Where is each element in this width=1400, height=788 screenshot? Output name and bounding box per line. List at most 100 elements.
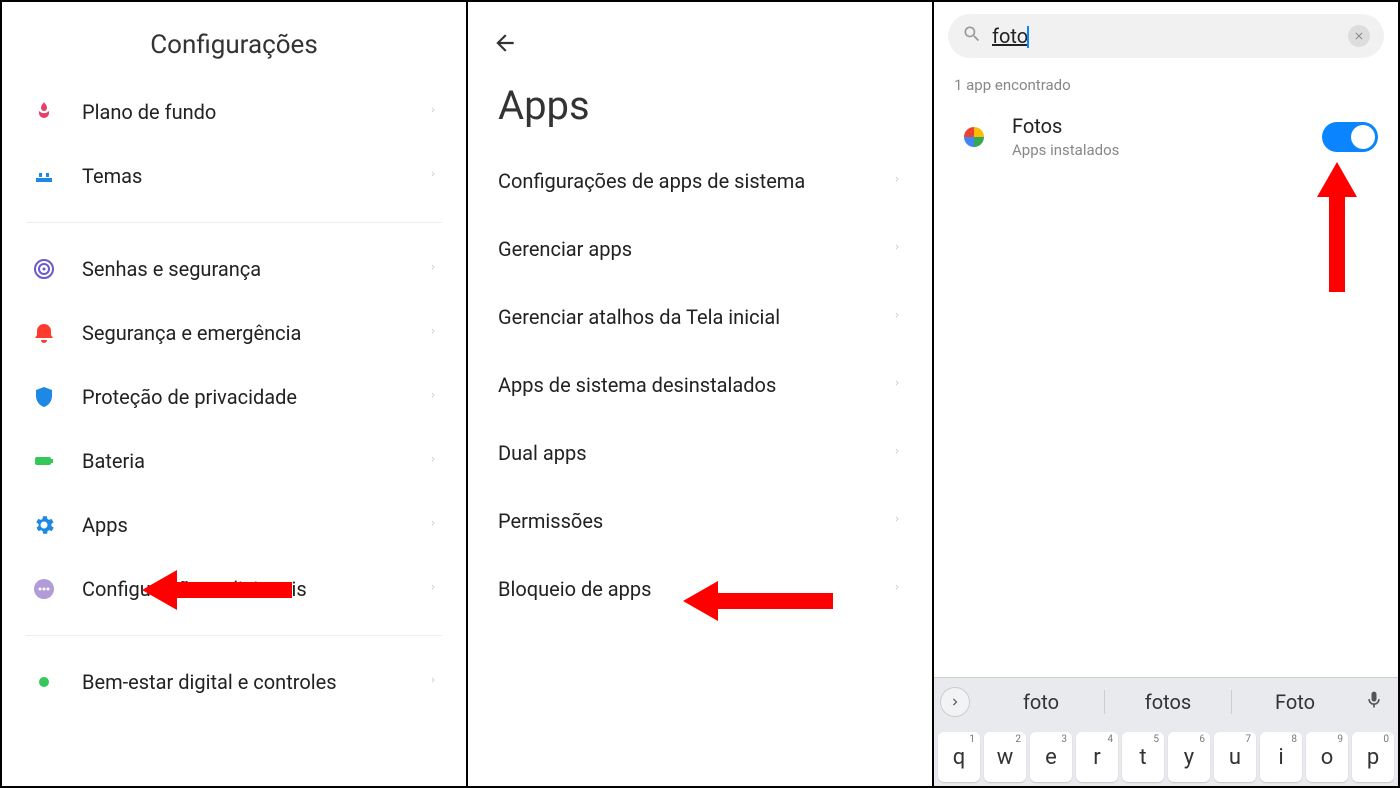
settings-item-additional[interactable]: Configurações adicionais bbox=[22, 557, 446, 621]
keyboard-key-o[interactable]: o9 bbox=[1306, 732, 1348, 782]
chevron-right-icon bbox=[428, 102, 438, 123]
keyboard-key-u[interactable]: u7 bbox=[1214, 732, 1256, 782]
apps-menu-item-uninstalled-system[interactable]: Apps de sistema desinstalados bbox=[488, 351, 912, 419]
expand-toolbar-button[interactable] bbox=[940, 687, 970, 717]
chevron-right-icon bbox=[892, 171, 902, 192]
keyboard-key-r[interactable]: r4 bbox=[1076, 732, 1118, 782]
chevron-right-icon bbox=[892, 375, 902, 396]
dots-icon bbox=[30, 575, 58, 603]
keyboard-key-t[interactable]: t5 bbox=[1122, 732, 1164, 782]
key-label: p bbox=[1367, 745, 1379, 770]
on-screen-keyboard: foto fotos Foto q1w2e3r4t5y6u7i8o9p0 bbox=[934, 677, 1398, 786]
settings-item-passwords[interactable]: Senhas e segurança bbox=[22, 237, 446, 301]
settings-item-themes[interactable]: Temas bbox=[22, 144, 446, 208]
settings-item-label: Bem-estar digital e controles bbox=[82, 670, 428, 694]
chevron-right-icon bbox=[892, 511, 902, 532]
settings-item-label: Apps bbox=[82, 513, 428, 537]
search-icon bbox=[962, 24, 982, 48]
apps-panel: Apps Configurações de apps de sistema Ge… bbox=[468, 0, 934, 788]
key-label: o bbox=[1321, 745, 1334, 770]
app-lock-search-panel: foto 1 app encontrado Fotos Apps instala… bbox=[934, 0, 1400, 788]
keyboard-key-q[interactable]: q1 bbox=[938, 732, 980, 782]
divider bbox=[26, 222, 442, 223]
settings-item-label: Segurança e emergência bbox=[82, 321, 428, 345]
alarm-icon bbox=[30, 319, 58, 347]
annotation-arrow bbox=[1312, 162, 1362, 292]
keyboard-key-y[interactable]: y6 bbox=[1168, 732, 1210, 782]
back-button[interactable] bbox=[492, 30, 518, 62]
settings-item-privacy[interactable]: Proteção de privacidade bbox=[22, 365, 446, 429]
search-result-item[interactable]: Fotos Apps instalados bbox=[934, 104, 1398, 169]
settings-item-safety[interactable]: Segurança e emergência bbox=[22, 301, 446, 365]
apps-menu-item-manage-shortcuts[interactable]: Gerenciar atalhos da Tela inicial bbox=[488, 283, 912, 351]
app-lock-toggle[interactable] bbox=[1322, 122, 1378, 152]
key-secondary: 0 bbox=[1383, 734, 1389, 745]
chevron-right-icon bbox=[428, 672, 438, 693]
settings-item-label: Temas bbox=[82, 164, 428, 188]
keyboard-key-p[interactable]: p0 bbox=[1352, 732, 1394, 782]
key-secondary: 8 bbox=[1291, 734, 1297, 745]
keyboard-suggestion[interactable]: foto bbox=[978, 690, 1104, 714]
menu-item-label: Gerenciar atalhos da Tela inicial bbox=[498, 305, 892, 329]
key-label: e bbox=[1045, 745, 1057, 770]
divider bbox=[26, 635, 442, 636]
chevron-right-icon bbox=[892, 307, 902, 328]
chevron-right-icon bbox=[428, 259, 438, 280]
battery-icon bbox=[30, 447, 58, 475]
settings-item-label: Plano de fundo bbox=[82, 100, 428, 124]
key-secondary: 5 bbox=[1153, 734, 1159, 745]
key-label: i bbox=[1278, 745, 1283, 770]
clear-search-button[interactable] bbox=[1348, 25, 1370, 47]
key-secondary: 4 bbox=[1107, 734, 1113, 745]
keyboard-key-e[interactable]: e3 bbox=[1030, 732, 1072, 782]
chevron-right-icon bbox=[428, 451, 438, 472]
chevron-right-icon bbox=[428, 323, 438, 344]
key-label: y bbox=[1184, 745, 1194, 770]
apps-menu-item-app-lock[interactable]: Bloqueio de apps bbox=[488, 555, 912, 623]
settings-item-apps[interactable]: Apps bbox=[22, 493, 446, 557]
menu-item-label: Configurações de apps de sistema bbox=[498, 169, 892, 193]
microphone-button[interactable] bbox=[1364, 690, 1392, 714]
settings-item-label: Configurações adicionais bbox=[82, 577, 428, 601]
key-secondary: 2 bbox=[1015, 734, 1021, 745]
keyboard-key-i[interactable]: i8 bbox=[1260, 732, 1302, 782]
gear-icon bbox=[30, 511, 58, 539]
settings-panel: Configurações Plano de fundo Temas Senha… bbox=[0, 0, 468, 788]
page-title: Apps bbox=[468, 2, 932, 147]
key-label: q bbox=[953, 745, 966, 770]
key-secondary: 3 bbox=[1061, 734, 1067, 745]
tulip-icon bbox=[30, 98, 58, 126]
search-input[interactable]: foto bbox=[992, 24, 1348, 49]
key-secondary: 1 bbox=[969, 734, 975, 745]
settings-item-wallpaper[interactable]: Plano de fundo bbox=[22, 80, 446, 144]
search-bar[interactable]: foto bbox=[948, 14, 1384, 58]
results-count-label: 1 app encontrado bbox=[934, 58, 1398, 104]
apps-menu-item-manage-apps[interactable]: Gerenciar apps bbox=[488, 215, 912, 283]
settings-list-2: Senhas e segurança Segurança e emergênci… bbox=[2, 237, 466, 621]
chevron-right-icon bbox=[892, 239, 902, 260]
settings-list-1: Plano de fundo Temas bbox=[2, 80, 466, 208]
arrow-left-icon bbox=[492, 30, 518, 56]
keyboard-key-w[interactable]: w2 bbox=[984, 732, 1026, 782]
page-title: Configurações bbox=[2, 2, 466, 80]
key-label: u bbox=[1229, 745, 1241, 770]
microphone-icon bbox=[1364, 690, 1384, 710]
chevron-right-icon bbox=[428, 387, 438, 408]
brush-icon bbox=[30, 162, 58, 190]
chevron-right-icon bbox=[428, 166, 438, 187]
apps-menu-item-dual-apps[interactable]: Dual apps bbox=[488, 419, 912, 487]
chevron-right-icon bbox=[948, 695, 962, 709]
toggle-knob bbox=[1351, 125, 1375, 149]
keyboard-suggestion[interactable]: fotos bbox=[1105, 690, 1231, 714]
chevron-right-icon bbox=[428, 515, 438, 536]
settings-item-battery[interactable]: Bateria bbox=[22, 429, 446, 493]
menu-item-label: Bloqueio de apps bbox=[498, 577, 892, 601]
key-label: r bbox=[1093, 745, 1100, 770]
menu-item-label: Permissões bbox=[498, 509, 892, 533]
settings-item-wellbeing[interactable]: Bem-estar digital e controles bbox=[22, 650, 446, 714]
apps-menu-item-permissions[interactable]: Permissões bbox=[488, 487, 912, 555]
apps-menu-item-system-app-settings[interactable]: Configurações de apps de sistema bbox=[488, 147, 912, 215]
keyboard-suggestion[interactable]: Foto bbox=[1232, 690, 1358, 714]
chevron-right-icon bbox=[892, 443, 902, 464]
settings-item-label: Proteção de privacidade bbox=[82, 385, 428, 409]
